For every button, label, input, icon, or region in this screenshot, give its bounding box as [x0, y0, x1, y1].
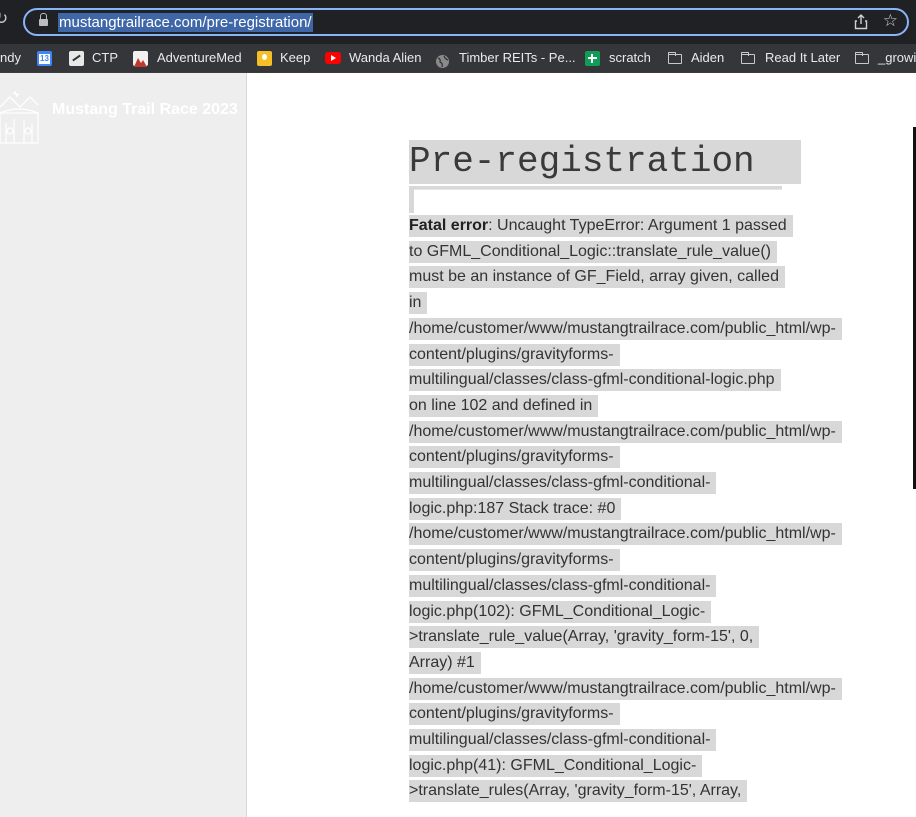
- folder-icon: [668, 52, 683, 64]
- page-title: Pre-registration: [409, 140, 801, 184]
- bookmark-label: Timber REITs - Pe...: [459, 50, 576, 65]
- bookmark-label: AdventureMed: [157, 50, 242, 65]
- folder-icon: [855, 52, 870, 64]
- error-label: Fatal error: [409, 217, 489, 234]
- bookmarks-bar: ndy 13 CTP AdventureMed Keep Wanda Alien: [0, 44, 916, 73]
- bookmark-item-growi[interactable]: _growi: [855, 44, 916, 72]
- sheets-icon: [585, 51, 600, 66]
- bookmark-item-adventuremed[interactable]: AdventureMed: [133, 44, 243, 72]
- bookmark-item-ctp[interactable]: CTP: [69, 44, 119, 72]
- ctp-icon: [69, 51, 84, 66]
- globe-icon: [435, 51, 450, 68]
- bookmark-label: Keep: [280, 50, 311, 65]
- bookmark-label: CTP: [92, 50, 118, 65]
- fatal-error-message: Fatal error: Uncaught TypeError: Argumen…: [409, 213, 842, 804]
- bookmark-item-scratch[interactable]: scratch: [585, 44, 653, 72]
- keep-icon: [257, 51, 272, 66]
- youtube-icon: [325, 52, 341, 64]
- lock-icon[interactable]: [39, 13, 48, 26]
- calendar-icon: 13: [37, 51, 52, 66]
- bookmark-label: _growi: [878, 50, 916, 65]
- site-sidebar: [0, 73, 247, 817]
- bookmark-item-calendar[interactable]: 13: [37, 44, 55, 72]
- bookmark-label: scratch: [609, 50, 651, 65]
- reload-icon[interactable]: ↻: [0, 10, 10, 27]
- bookmark-label: Aiden: [691, 50, 725, 65]
- bookmark-item-keep[interactable]: Keep: [257, 44, 312, 72]
- bookmark-label: ndy: [0, 50, 21, 65]
- page-title-text: Pre-registration: [409, 141, 755, 182]
- bookmark-item-aiden[interactable]: Aiden: [668, 44, 726, 72]
- error-text: : Uncaught TypeError: Argument 1 passed …: [409, 217, 836, 800]
- bookmark-item-timber-reits[interactable]: Timber REITs - Pe...: [435, 44, 576, 72]
- bookmark-item-wanda-alien[interactable]: Wanda Alien: [325, 44, 422, 72]
- bookmark-label: Read It Later: [765, 50, 841, 65]
- folder-icon: [741, 52, 756, 64]
- browser-toolbar: ↻ mustangtrailrace.com/pre-registration/…: [0, 0, 916, 44]
- star-icon[interactable]: ☆: [883, 12, 898, 30]
- url-text[interactable]: mustangtrailrace.com/pre-registration/: [58, 13, 313, 32]
- site-title[interactable]: Mustang Trail Race 2023: [52, 101, 238, 119]
- adventuremed-icon: [133, 51, 148, 67]
- title-divider: [409, 186, 782, 214]
- bookmark-label: Wanda Alien: [349, 50, 422, 65]
- calendar-badge: 13: [39, 54, 50, 64]
- share-icon[interactable]: [853, 14, 869, 30]
- mustang-trail-race-logo[interactable]: [0, 83, 40, 147]
- address-bar[interactable]: mustangtrailrace.com/pre-registration/ ☆: [23, 8, 909, 36]
- bookmark-item-read-it-later[interactable]: Read It Later: [741, 44, 841, 72]
